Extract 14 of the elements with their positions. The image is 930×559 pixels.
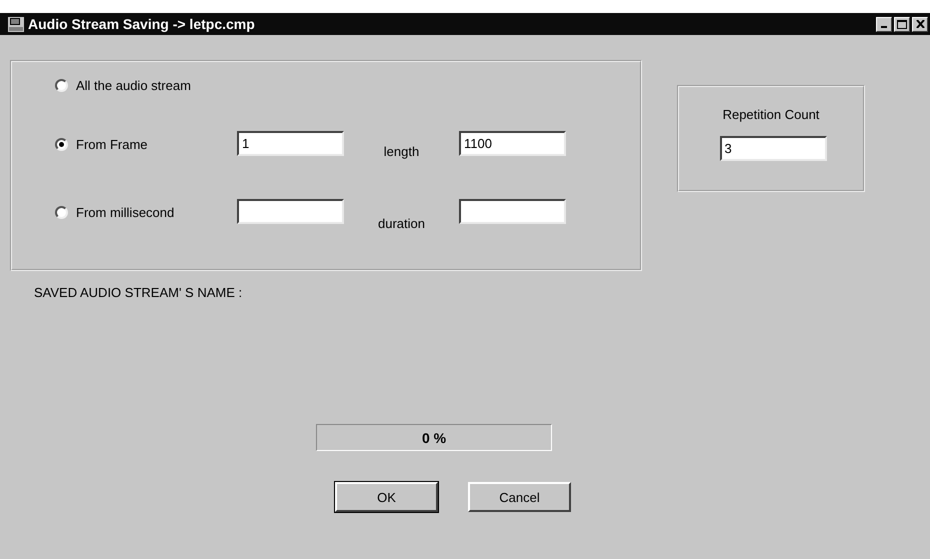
progress-text: 0 % <box>422 430 446 446</box>
radio-option[interactable]: From millisecond <box>55 204 174 220</box>
saved-name-label: SAVED AUDIO STREAM' S NAME : <box>34 285 244 300</box>
extent-label: length <box>384 144 420 159</box>
repetition-field[interactable]: 3 <box>720 136 826 161</box>
radio-option[interactable]: All the audio stream <box>55 78 191 92</box>
start-field[interactable]: 1 <box>237 131 344 156</box>
extent-field[interactable]: 1100 <box>459 131 566 156</box>
repetition-label: Repetition Count <box>722 107 820 122</box>
cancel-button[interactable]: Cancel <box>468 482 571 512</box>
extent-label: duration <box>378 216 425 231</box>
window-title: Audio Stream Saving -> letpc.cmp <box>28 16 256 32</box>
ok-button[interactable]: OK <box>335 482 438 512</box>
radio-option[interactable]: From Frame <box>55 136 148 152</box>
